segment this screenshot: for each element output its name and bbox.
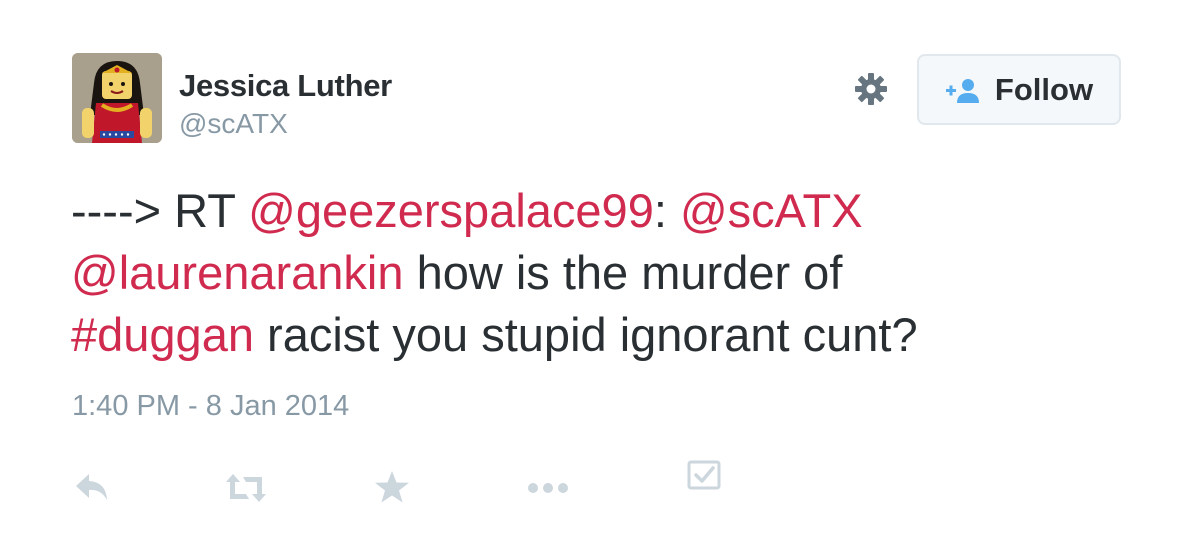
avatar[interactable] [72,53,162,143]
gear-icon[interactable] [852,70,890,108]
author-name[interactable]: Jessica Luther [179,68,392,104]
favorite-icon[interactable] [374,470,410,509]
more-icon[interactable] [526,480,570,501]
tweet-prefix: ----> [71,184,162,237]
follow-label: Follow [994,71,1094,107]
mention-link[interactable]: @laurenarankin [71,246,404,299]
mention-link[interactable]: @geezerspalace99 [248,184,654,237]
add-user-icon [945,78,979,103]
reply-icon[interactable] [73,470,111,509]
author-handle[interactable]: @scATX [179,108,288,140]
hashtag-link[interactable]: #duggan [71,308,254,361]
tweet-timestamp[interactable]: 1:40 PM - 8 Jan 2014 [72,390,349,423]
tweet-colon: : [653,184,667,237]
tweet-rt: RT [174,184,236,237]
retweet-icon[interactable] [224,472,268,509]
lego-wonder-woman-avatar-icon [72,53,162,143]
tweet-body-text: racist you stupid ignorant cunt? [267,308,918,361]
checkbox-icon[interactable] [686,459,722,496]
tweet-card: Jessica Luther @scATX Follow ----> RT @g… [0,0,1200,560]
tweet-text: ----> RT @geezerspalace99: @scATX @laure… [71,180,1151,366]
mention-link[interactable]: @scATX [680,184,863,237]
tweet-body-text: how is the murder of [416,246,843,299]
follow-button[interactable]: Follow [917,54,1121,125]
